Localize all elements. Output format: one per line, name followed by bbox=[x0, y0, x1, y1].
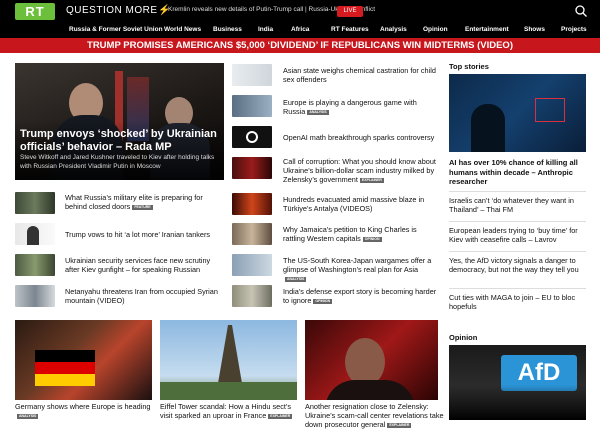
bottom-image-eiffel[interactable] bbox=[160, 320, 297, 400]
list-item[interactable]: What Russia’s military elite is preparin… bbox=[65, 193, 225, 211]
badge: EXPLAINER bbox=[359, 177, 384, 183]
opinion-heading: Opinion bbox=[449, 333, 478, 342]
nav-features[interactable]: RT Features bbox=[331, 26, 369, 33]
divider bbox=[449, 191, 586, 192]
bottom-image-germany[interactable] bbox=[15, 320, 152, 400]
top-story-item[interactable]: Israelis can’t ‘do whatever they want in… bbox=[449, 196, 589, 214]
thumb-openai[interactable] bbox=[232, 126, 272, 148]
list-item[interactable]: The US-South Korea-Japan wargames offer … bbox=[283, 256, 438, 283]
nav-opinion[interactable]: Opinion bbox=[423, 26, 448, 33]
nav-entertainment[interactable]: Entertainment bbox=[465, 26, 509, 33]
badge: EXPLAINER bbox=[268, 413, 293, 419]
thumb-military[interactable] bbox=[15, 192, 55, 214]
nav-shows[interactable]: Shows bbox=[524, 26, 545, 33]
top-story-item[interactable]: European leaders trying to ‘buy time’ fo… bbox=[449, 226, 589, 244]
bottom-caption[interactable]: Another resignation close to Zelensky: U… bbox=[305, 402, 445, 429]
tagline: QUESTION MORE bbox=[66, 5, 158, 16]
badge: OPINION bbox=[313, 298, 333, 304]
badge: ANALYSIS bbox=[285, 276, 307, 282]
bottom-image-zelensky[interactable] bbox=[305, 320, 438, 400]
thumb-blaze[interactable] bbox=[232, 193, 272, 215]
nav-analysis[interactable]: Analysis bbox=[380, 26, 407, 33]
top-story-image[interactable] bbox=[449, 74, 586, 152]
thumb-corruption[interactable] bbox=[232, 157, 272, 179]
bottom-caption[interactable]: Eiffel Tower scandal: How a Hindu sect’s… bbox=[160, 402, 297, 420]
top-story-item[interactable]: Cut ties with MAGA to join – EU to bloc … bbox=[449, 293, 589, 311]
thumb-wargames[interactable] bbox=[232, 254, 272, 276]
divider bbox=[449, 288, 586, 289]
list-item[interactable]: OpenAI math breakthrough sparks controve… bbox=[283, 133, 438, 142]
nav-projects[interactable]: Projects bbox=[561, 26, 587, 33]
top-story-item[interactable]: Yes, the AfD victory signals a danger to… bbox=[449, 256, 589, 274]
badge: ANALYSIS bbox=[17, 413, 39, 419]
thumb-kiev[interactable] bbox=[15, 254, 55, 276]
list-item[interactable]: Hundreds evacuated amid massive blaze in… bbox=[283, 195, 438, 213]
nav-world[interactable]: World News bbox=[164, 26, 201, 33]
list-item[interactable]: Ukrainian security services face new scr… bbox=[65, 256, 225, 274]
list-item[interactable]: Europe is playing a dangerous game with … bbox=[283, 98, 438, 116]
list-item[interactable]: India’s defense export story is becoming… bbox=[283, 287, 438, 305]
top-stories-heading: Top stories bbox=[449, 62, 489, 71]
badge: FEATURE bbox=[132, 204, 153, 210]
divider bbox=[449, 251, 586, 252]
hero-subtitle: Steve Witkoff and Jared Kushner traveled… bbox=[20, 154, 215, 170]
thumb-europe[interactable] bbox=[232, 95, 272, 117]
nav-business[interactable]: Business bbox=[213, 26, 242, 33]
eiffel-tower-icon bbox=[160, 325, 297, 400]
hero-title[interactable]: Trump envoys ‘shocked’ by Ukrainian offi… bbox=[20, 128, 220, 154]
nav-africa[interactable]: Africa bbox=[291, 26, 309, 33]
bottom-caption[interactable]: Germany shows where Europe is headingANA… bbox=[15, 402, 152, 420]
badge: EXPLAINER bbox=[387, 422, 412, 428]
badge: ANALYSIS bbox=[307, 109, 329, 115]
opinion-image[interactable]: AfD bbox=[449, 345, 586, 420]
thumb-jamaica[interactable] bbox=[232, 223, 272, 245]
breaking-banner[interactable]: TRUMP PROMISES AMERICANS $5,000 ‘DIVIDEN… bbox=[0, 38, 600, 53]
list-item[interactable]: Netanyahu threatens Iran from occupied S… bbox=[65, 287, 225, 305]
divider bbox=[449, 221, 586, 222]
live-button[interactable]: LIVE bbox=[337, 6, 363, 17]
nav-russia[interactable]: Russia & Former Soviet Union bbox=[69, 26, 163, 33]
badge: OPINION bbox=[362, 236, 382, 242]
thumb-castration[interactable] bbox=[232, 64, 272, 86]
top-story-lead[interactable]: AI has over 10% chance of killing all hu… bbox=[449, 158, 589, 187]
nav-india[interactable]: India bbox=[258, 26, 273, 33]
search-icon[interactable] bbox=[574, 4, 588, 18]
rt-logo[interactable]: RT bbox=[15, 3, 55, 20]
thumb-trump[interactable] bbox=[15, 223, 55, 245]
list-item[interactable]: Trump vows to hit ‘a lot more’ Iranian t… bbox=[65, 230, 225, 239]
list-item[interactable]: Asian state weighs chemical castration f… bbox=[283, 66, 438, 84]
thumb-india[interactable] bbox=[232, 285, 272, 307]
thumb-netanyahu[interactable] bbox=[15, 285, 55, 307]
list-item[interactable]: Call of corruption: What you should know… bbox=[283, 157, 438, 184]
list-item[interactable]: Why Jamaica’s petition to King Charles i… bbox=[283, 225, 438, 243]
